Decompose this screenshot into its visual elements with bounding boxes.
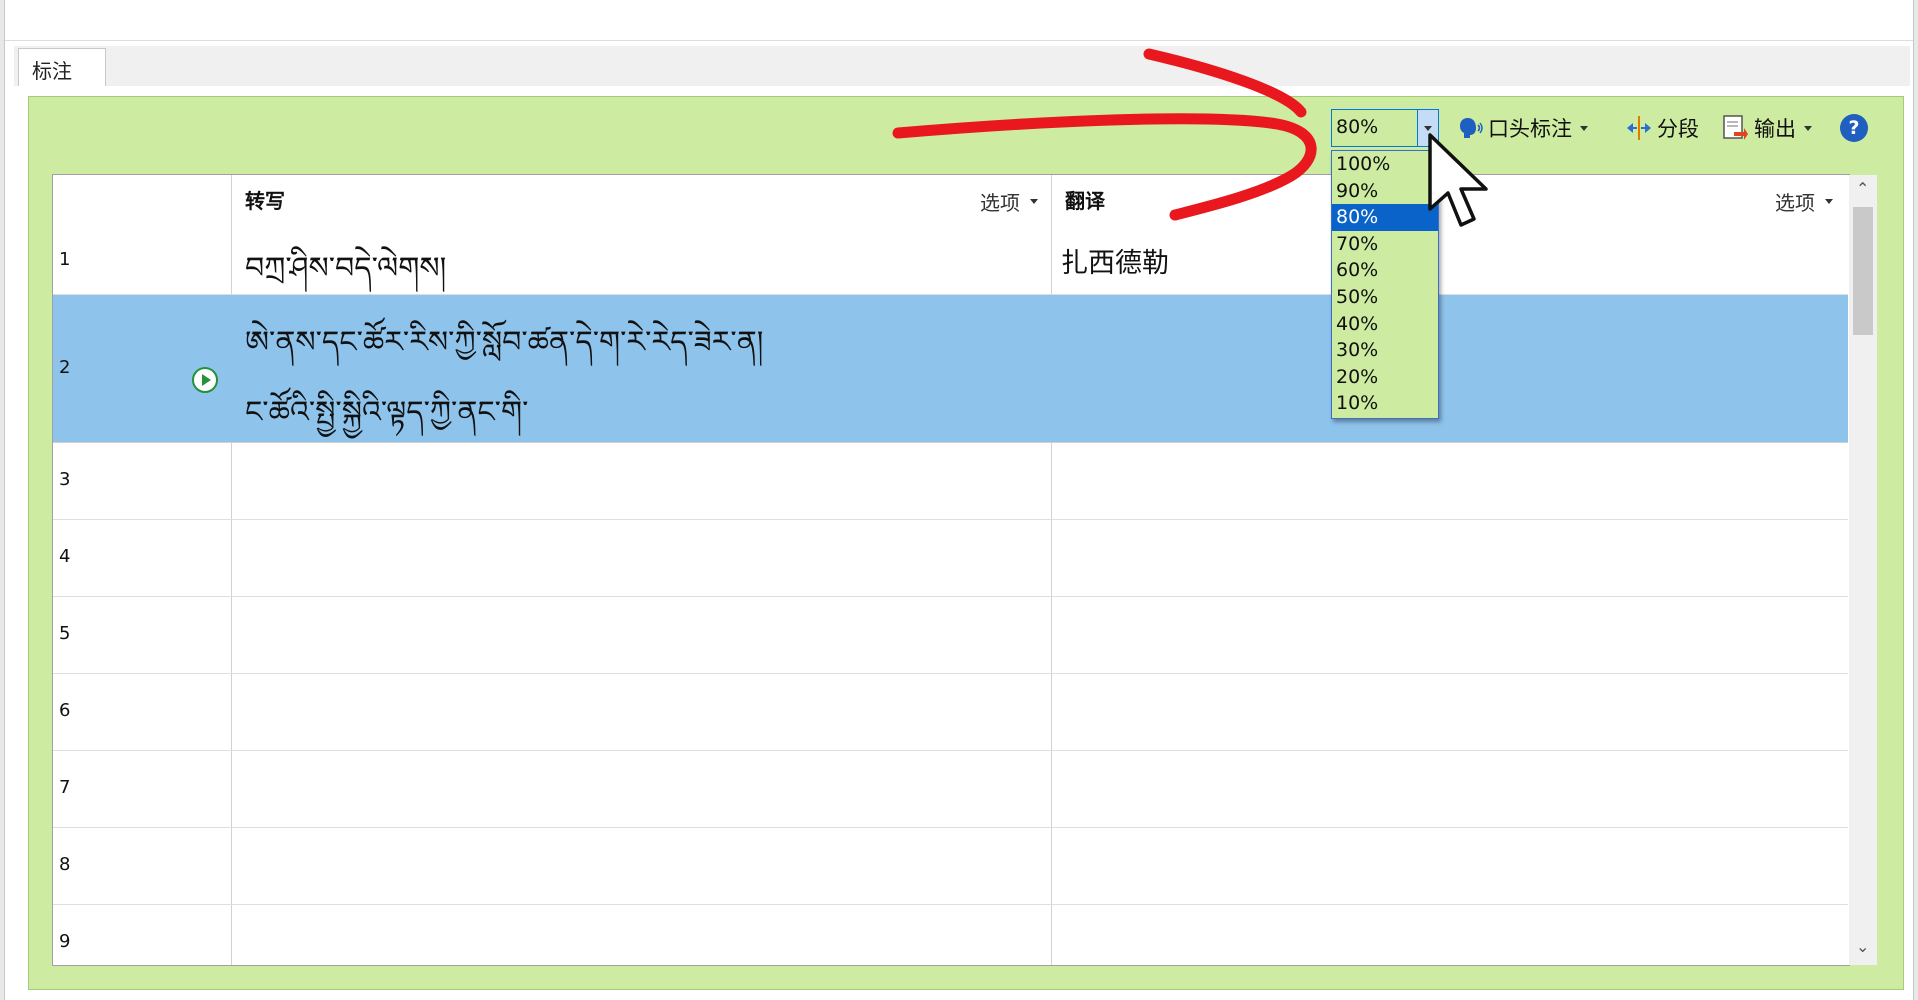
zoom-option[interactable]: 100% <box>1332 151 1438 178</box>
window-frame-right <box>1913 0 1918 1000</box>
top-bar <box>0 0 1918 41</box>
chevron-down-icon <box>1825 199 1833 204</box>
export-document-icon <box>1723 115 1748 140</box>
zoom-option[interactable]: 40% <box>1332 311 1438 338</box>
transcription-options-button[interactable]: 选项 <box>980 187 1038 216</box>
zoom-option[interactable]: 60% <box>1332 257 1438 284</box>
translation-options-button[interactable]: 选项 <box>1775 187 1833 216</box>
zoom-option[interactable]: 80% <box>1332 204 1438 231</box>
header-translation: 翻译 <box>1065 189 1105 213</box>
tab-strip <box>14 46 1910 87</box>
window-frame-left <box>0 0 5 1000</box>
help-icon[interactable]: ? <box>1840 114 1868 142</box>
chevron-down-icon <box>1804 125 1812 131</box>
output-button[interactable]: 输出 <box>1722 111 1812 145</box>
table-row-selected[interactable]: 2 ཨེ་ནས་དང་ཚོར་རིས་ཀྱི་སློབ་ཚན་དེ་ག་རེ་ར… <box>53 295 1848 443</box>
row-number: 3 <box>59 469 71 490</box>
tab-annotation[interactable]: 标注 <box>18 48 106 87</box>
tab-label: 标注 <box>32 59 72 83</box>
zoom-option[interactable]: 70% <box>1332 231 1438 258</box>
row-number: 7 <box>59 777 71 798</box>
output-label: 输出 <box>1754 117 1796 141</box>
zoom-option[interactable]: 30% <box>1332 337 1438 364</box>
table-row[interactable]: 7 <box>53 751 1848 828</box>
header-transcription: 转写 <box>245 189 285 213</box>
scroll-down-icon[interactable]: ⌄ <box>1856 937 1869 956</box>
scroll-up-icon[interactable]: ⌃ <box>1856 179 1869 198</box>
zoom-option[interactable]: 20% <box>1332 364 1438 391</box>
zoom-option[interactable]: 10% <box>1332 390 1438 417</box>
table-row[interactable]: 6 <box>53 674 1848 751</box>
table-row[interactable]: 1 བཀྲ་ཤིས་བདེ་ལེགས། 扎西德勒 <box>53 219 1848 295</box>
zoom-dropdown-list: 100% 90% 80% 70% 60% 50% 40% 30% 20% 10% <box>1331 150 1439 419</box>
table-row[interactable]: 3 <box>53 443 1848 520</box>
table-row[interactable]: 5 <box>53 597 1848 674</box>
scrollbar-thumb[interactable] <box>1853 207 1873 335</box>
table-row[interactable]: 8 <box>53 828 1848 905</box>
chevron-down-icon <box>1424 126 1432 131</box>
table-row[interactable]: 4 <box>53 520 1848 597</box>
play-icon[interactable] <box>192 367 218 393</box>
row-number: 6 <box>59 700 71 721</box>
row-number: 8 <box>59 854 71 875</box>
zoom-combobox[interactable]: 80% <box>1331 109 1439 147</box>
zoom-option[interactable]: 90% <box>1332 178 1438 205</box>
row-number: 1 <box>59 249 71 270</box>
chevron-down-icon <box>1030 199 1038 204</box>
translation-text[interactable]: 扎西德勒 <box>1061 241 1169 280</box>
chevron-down-icon <box>1580 125 1588 131</box>
row-number: 4 <box>59 546 71 567</box>
zoom-option[interactable]: 50% <box>1332 284 1438 311</box>
mouse-cursor-icon <box>1428 133 1488 227</box>
vertical-scrollbar[interactable]: ⌃ ⌄ <box>1849 175 1877 965</box>
row-number: 2 <box>59 357 71 378</box>
segment-button[interactable]: 分段 <box>1625 111 1699 145</box>
options-label: 选项 <box>980 191 1020 215</box>
options-label: 选项 <box>1775 191 1815 215</box>
row-number: 5 <box>59 623 71 644</box>
segment-label: 分段 <box>1657 117 1699 141</box>
row-number: 9 <box>59 931 71 952</box>
split-arrows-icon <box>1627 116 1651 140</box>
zoom-value: 80% <box>1336 116 1379 138</box>
annotation-grid: 转写 选项 翻译 选项 1 བཀྲ་ཤིས་བདེ་ལེགས། 扎西德勒 2 ཨ… <box>52 174 1850 966</box>
table-row[interactable]: 9 <box>53 905 1848 965</box>
